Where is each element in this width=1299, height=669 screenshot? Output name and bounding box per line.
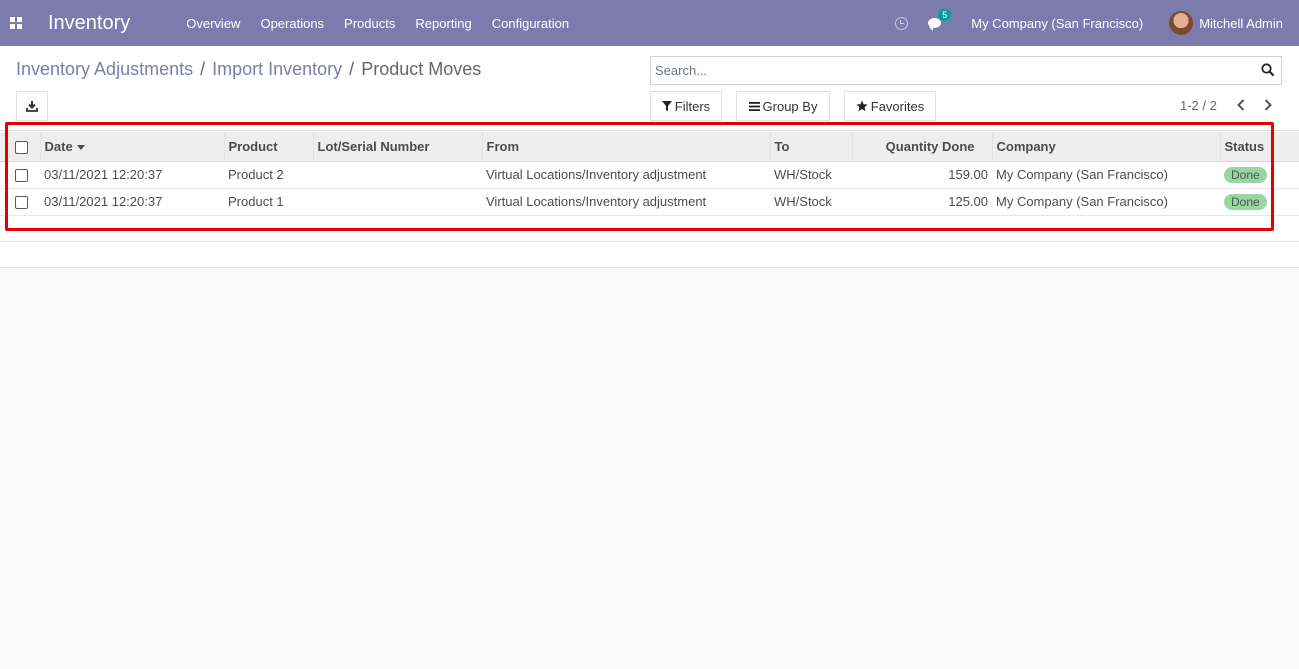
breadcrumb-separator: /: [200, 59, 206, 79]
group-by-button[interactable]: Group By: [736, 91, 830, 121]
search-icon[interactable]: [1261, 63, 1275, 77]
messages-count-badge: 5: [938, 9, 952, 21]
pager-previous-button[interactable]: [1233, 96, 1249, 114]
filter-icon: [661, 101, 672, 111]
status-badge: Done: [1224, 193, 1267, 210]
navbar-right: 5 My Company (San Francisco) Mitchell Ad…: [895, 0, 1299, 46]
app-brand[interactable]: Inventory: [48, 12, 130, 35]
list-view: Date Product Lot/Serial Number From To Q…: [0, 132, 1299, 269]
select-all-header: [0, 132, 41, 162]
download-icon: [26, 101, 38, 112]
cell-to: WH/Stock: [774, 167, 832, 182]
row-checkbox[interactable]: [15, 196, 28, 210]
column-to[interactable]: To: [770, 132, 853, 162]
pager-next-button[interactable]: [1260, 96, 1276, 114]
favorites-button[interactable]: Favorites: [844, 91, 936, 121]
favorites-label: Favorites: [870, 98, 925, 114]
row-select-cell: [0, 161, 40, 188]
export-button[interactable]: [16, 91, 48, 121]
menu-products[interactable]: Products: [334, 16, 405, 31]
filters-label: Filters: [674, 98, 711, 114]
messaging-menu[interactable]: 5: [928, 9, 952, 31]
table-header-row: Date Product Lot/Serial Number From To Q…: [0, 132, 1299, 162]
breadcrumb-inventory-adjustments[interactable]: Inventory Adjustments: [16, 59, 193, 80]
breadcrumb-separator: /: [349, 59, 355, 79]
column-company[interactable]: Company: [992, 132, 1221, 162]
row-checkbox[interactable]: [15, 169, 28, 183]
search-input[interactable]: [655, 57, 1255, 84]
bars-icon: [748, 101, 760, 111]
row-select-cell: [0, 188, 40, 215]
menu-overview[interactable]: Overview: [176, 16, 250, 31]
breadcrumb-import-inventory[interactable]: Import Inventory: [212, 59, 342, 80]
top-navbar: Inventory Overview Operations Products R…: [0, 0, 1299, 46]
pager-value[interactable]: 1-2 / 2: [1180, 98, 1217, 113]
cell-date: 03/11/2021 12:20:37: [44, 194, 163, 209]
chevron-left-icon: [1237, 99, 1245, 111]
main-menu: Overview Operations Products Reporting C…: [176, 16, 579, 31]
chevron-right-icon: [1264, 99, 1272, 111]
cell-lot: [313, 188, 482, 215]
cell-company: My Company (San Francisco): [996, 194, 1168, 209]
cell-status: Done: [1220, 161, 1299, 188]
column-status[interactable]: Status: [1220, 132, 1299, 162]
cell-quantity-done: 125.00: [948, 194, 988, 209]
cell-to: WH/Stock: [774, 194, 832, 209]
select-all-checkbox[interactable]: [15, 140, 28, 154]
status-badge: Done: [1224, 166, 1267, 183]
cell-from: Virtual Locations/Inventory adjustment: [486, 167, 707, 182]
table-row[interactable]: 03/11/2021 12:20:37 Product 1 Virtual Lo…: [0, 188, 1299, 215]
cell-status: Done: [1220, 188, 1299, 215]
menu-operations[interactable]: Operations: [250, 16, 334, 31]
apps-menu-icon[interactable]: [0, 0, 32, 46]
sort-descending-icon: [76, 144, 85, 150]
filters-button[interactable]: Filters: [650, 91, 722, 121]
breadcrumb: Inventory Adjustments / Import Inventory…: [16, 59, 481, 80]
cell-date: 03/11/2021 12:20:37: [44, 167, 163, 182]
cell-quantity-done: 159.00: [948, 167, 988, 182]
company-switcher[interactable]: My Company (San Francisco): [971, 16, 1143, 31]
user-avatar[interactable]: [1169, 11, 1194, 35]
cell-lot: [313, 161, 482, 188]
menu-configuration[interactable]: Configuration: [482, 16, 579, 31]
column-from[interactable]: From: [482, 132, 771, 162]
cell-from: Virtual Locations/Inventory adjustment: [486, 194, 707, 209]
column-date-label: Date: [44, 138, 73, 154]
menu-reporting[interactable]: Reporting: [405, 16, 481, 31]
cell-product: Product 1: [228, 194, 284, 209]
column-lot-serial[interactable]: Lot/Serial Number: [313, 132, 483, 162]
breadcrumb-current: Product Moves: [361, 59, 482, 79]
product-moves-table: Date Product Lot/Serial Number From To Q…: [0, 132, 1299, 268]
search-box: [650, 56, 1282, 85]
star-icon: [856, 100, 868, 112]
empty-row: [0, 215, 1299, 241]
column-product[interactable]: Product: [224, 132, 314, 162]
group-by-label: Group By: [762, 98, 818, 114]
user-menu[interactable]: Mitchell Admin: [1199, 16, 1283, 31]
column-date[interactable]: Date: [40, 132, 225, 162]
control-panel: Inventory Adjustments / Import Inventory…: [0, 46, 1299, 131]
table-row[interactable]: 03/11/2021 12:20:37 Product 2 Virtual Lo…: [0, 161, 1299, 188]
cell-product: Product 2: [228, 167, 284, 182]
empty-row: [0, 241, 1299, 267]
activity-clock-icon[interactable]: [895, 16, 909, 30]
column-quantity-done[interactable]: Quantity Done: [852, 132, 993, 162]
cell-company: My Company (San Francisco): [996, 167, 1168, 182]
